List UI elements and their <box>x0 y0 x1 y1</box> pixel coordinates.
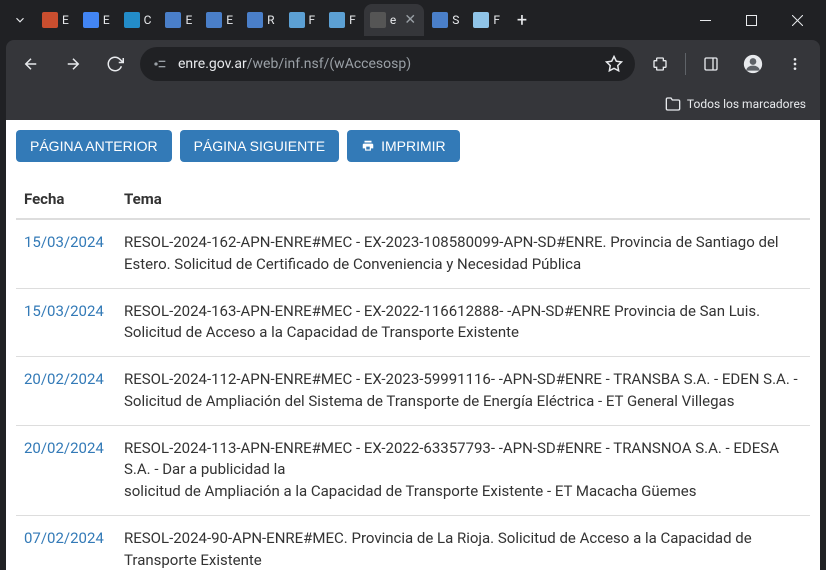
minimize-button[interactable] <box>682 0 728 40</box>
forward-button[interactable] <box>56 47 90 81</box>
table-row: 20/02/2024RESOL-2024-112-APN-ENRE#MEC - … <box>16 357 810 426</box>
results-table: Fecha Tema 15/03/2024RESOL-2024-162-APN-… <box>16 180 810 570</box>
tab-favicon <box>83 12 99 28</box>
close-window-button[interactable] <box>774 0 820 40</box>
tab-favicon <box>165 12 181 28</box>
table-row: 15/03/2024RESOL-2024-163-APN-ENRE#MEC - … <box>16 288 810 357</box>
tab-title: S <box>452 13 459 27</box>
row-date-link[interactable]: 07/02/2024 <box>16 515 116 570</box>
tab-title: E <box>103 13 110 27</box>
bookmarks-bar: Todos los marcadores <box>6 88 820 120</box>
tab-title: F <box>309 13 316 27</box>
address-bar[interactable]: enre.gov.ar/web/inf.nsf/(wAccesosp) <box>140 47 635 81</box>
column-header-tema: Tema <box>116 180 810 219</box>
tab-favicon <box>473 12 489 28</box>
row-tema: RESOL-2024-112-APN-ENRE#MEC - EX-2023-59… <box>116 357 810 426</box>
tab-search-button[interactable] <box>6 6 34 34</box>
prev-page-button[interactable]: PÁGINA ANTERIOR <box>16 130 172 162</box>
site-info-icon[interactable] <box>152 56 168 72</box>
column-header-fecha: Fecha <box>16 180 116 219</box>
table-row: 07/02/2024RESOL-2024-90-APN-ENRE#MEC. Pr… <box>16 515 810 570</box>
tab-favicon <box>432 12 448 28</box>
back-button[interactable] <box>14 47 48 81</box>
page-viewport[interactable]: PÁGINA ANTERIOR PÁGINA SIGUIENTE IMPRIMI… <box>6 120 820 570</box>
row-tema: RESOL-2024-113-APN-ENRE#MEC - EX-2022-63… <box>116 425 810 515</box>
browser-tab[interactable]: F <box>283 4 322 36</box>
tab-title: R <box>267 13 274 27</box>
row-date-link[interactable]: 20/02/2024 <box>16 357 116 426</box>
new-tab-button[interactable]: + <box>508 6 536 34</box>
tab-favicon <box>206 12 222 28</box>
sidepanel-button[interactable] <box>694 47 728 81</box>
url-text: enre.gov.ar/web/inf.nsf/(wAccesosp) <box>178 56 595 72</box>
next-page-button[interactable]: PÁGINA SIGUIENTE <box>180 130 339 162</box>
bookmark-star-icon[interactable] <box>605 55 623 73</box>
menu-button[interactable] <box>778 47 812 81</box>
browser-tab[interactable]: S <box>426 4 465 36</box>
browser-tab[interactable]: E <box>36 4 75 36</box>
maximize-button[interactable] <box>728 0 774 40</box>
folder-icon <box>665 96 681 112</box>
tab-title: E <box>226 13 233 27</box>
browser-tab[interactable]: E <box>200 4 239 36</box>
profile-button[interactable] <box>736 47 770 81</box>
browser-tab[interactable]: E <box>159 4 198 36</box>
browser-toolbar: enre.gov.ar/web/inf.nsf/(wAccesosp) <box>6 40 820 88</box>
print-button[interactable]: IMPRIMIR <box>347 130 460 162</box>
tab-title: E <box>185 13 192 27</box>
browser-tab[interactable]: R <box>241 4 280 36</box>
row-tema: RESOL-2024-162-APN-ENRE#MEC - EX-2023-10… <box>116 219 810 288</box>
tab-favicon <box>42 12 58 28</box>
browser-tab[interactable]: F <box>323 4 362 36</box>
table-row: 20/02/2024RESOL-2024-113-APN-ENRE#MEC - … <box>16 425 810 515</box>
browser-tab[interactable]: C <box>118 4 158 36</box>
row-date-link[interactable]: 15/03/2024 <box>16 288 116 357</box>
tab-title: e <box>390 13 396 27</box>
reload-button[interactable] <box>98 47 132 81</box>
browser-tab-bar: EECEERFFe✕SF + <box>0 0 826 40</box>
tab-title: F <box>493 13 500 27</box>
row-tema: RESOL-2024-163-APN-ENRE#MEC - EX-2022-11… <box>116 288 810 357</box>
tab-favicon <box>289 12 305 28</box>
tab-favicon <box>247 12 263 28</box>
tab-title: F <box>349 13 356 27</box>
extensions-button[interactable] <box>643 47 677 81</box>
browser-tab[interactable]: E <box>77 4 116 36</box>
tab-title: E <box>62 13 69 27</box>
tab-favicon <box>124 12 140 28</box>
all-bookmarks-link[interactable]: Todos los marcadores <box>687 97 806 111</box>
tab-favicon <box>370 12 386 28</box>
tab-favicon <box>329 12 345 28</box>
tab-close-icon[interactable]: ✕ <box>402 12 418 28</box>
row-date-link[interactable]: 15/03/2024 <box>16 219 116 288</box>
row-date-link[interactable]: 20/02/2024 <box>16 425 116 515</box>
row-tema: RESOL-2024-90-APN-ENRE#MEC. Provincia de… <box>116 515 810 570</box>
print-icon <box>361 139 375 153</box>
browser-tab[interactable]: e✕ <box>364 4 424 36</box>
tab-title: C <box>144 13 152 27</box>
browser-tab[interactable]: F <box>467 4 506 36</box>
table-row: 15/03/2024RESOL-2024-162-APN-ENRE#MEC - … <box>16 219 810 288</box>
